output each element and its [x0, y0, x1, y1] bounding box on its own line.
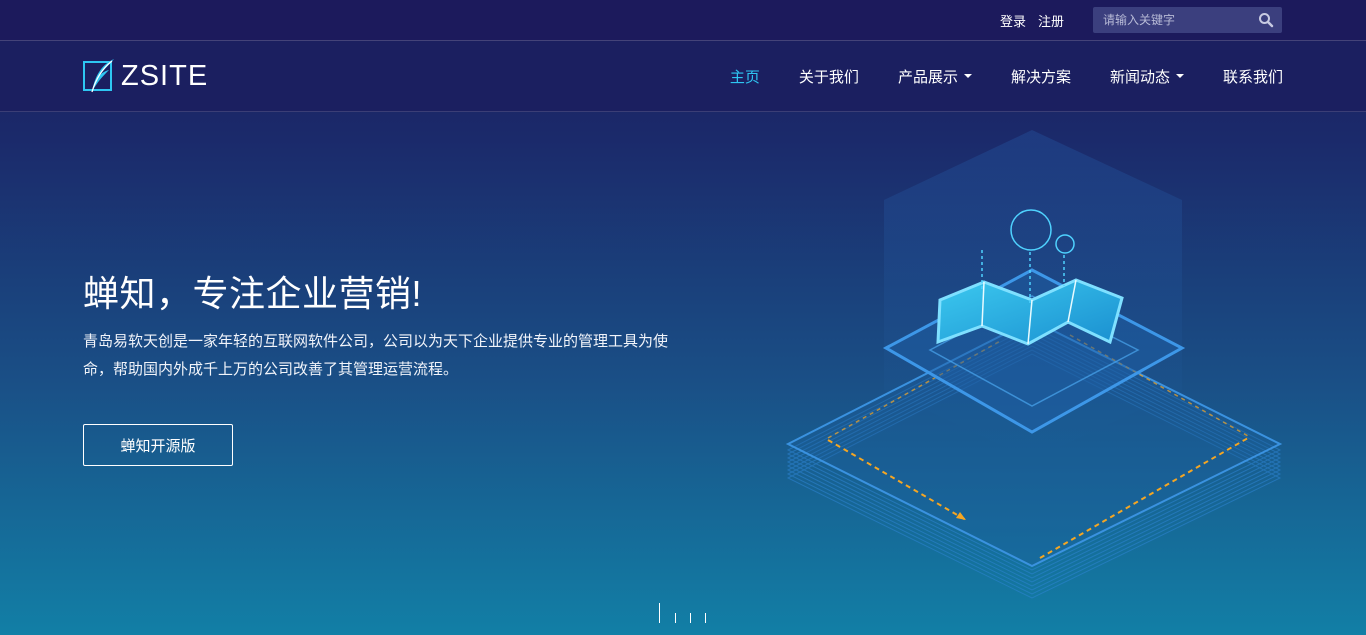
logo-text: ZSITE	[121, 59, 209, 92]
hero-description: 青岛易软天创是一家年轻的互联网软件公司，公司以为天下企业提供专业的管理工具为使命…	[83, 333, 669, 378]
nav-item-5[interactable]: 联系我们	[1223, 66, 1283, 87]
main-navbar: ZSITE 主页 关于我们 产品展示 解决方案 新闻动态 联系我们	[0, 41, 1366, 112]
nav-item-label: 联系我们	[1222, 68, 1283, 86]
register-link[interactable]: 注册	[1038, 14, 1064, 29]
main-nav: 主页 关于我们 产品展示 解决方案 新闻动态 联系我们	[691, 41, 1283, 111]
carousel-indicator[interactable]	[705, 613, 706, 623]
nav-item-label: 新闻动态	[1109, 68, 1170, 86]
search-icon	[1259, 13, 1274, 28]
login-link[interactable]: 登录	[1000, 14, 1026, 29]
nav-item-2[interactable]: 产品展示	[898, 66, 972, 87]
isometric-map-illustration	[785, 130, 1283, 599]
account-links: 登录 注册	[1000, 11, 1076, 30]
carousel-indicator[interactable]	[659, 603, 660, 623]
site-logo[interactable]: ZSITE	[83, 57, 208, 95]
caret-down-icon	[1175, 74, 1184, 78]
search-box	[1093, 7, 1282, 33]
open-source-button[interactable]: 蝉知开源版	[83, 424, 233, 466]
caret-down-icon	[963, 74, 972, 78]
hero-title: 蝉知，专注企业营销!	[83, 273, 423, 314]
nav-item-0[interactable]: 主页	[730, 66, 760, 87]
nav-item-label: 关于我们	[798, 68, 859, 86]
nav-item-label: 解决方案	[1010, 68, 1071, 86]
carousel-indicator[interactable]	[675, 613, 676, 623]
nav-item-label: 主页	[729, 68, 760, 86]
nav-item-label: 产品展示	[897, 68, 958, 86]
nav-item-4[interactable]: 新闻动态	[1110, 66, 1184, 87]
search-button[interactable]	[1258, 12, 1274, 28]
nav-item-3[interactable]: 解决方案	[1011, 66, 1071, 87]
search-input[interactable]	[1093, 7, 1253, 33]
nav-item-1[interactable]: 关于我们	[799, 66, 859, 87]
feather-logo-icon	[83, 59, 114, 93]
top-bar: 登录 注册	[0, 0, 1366, 41]
carousel-indicator[interactable]	[690, 613, 691, 623]
